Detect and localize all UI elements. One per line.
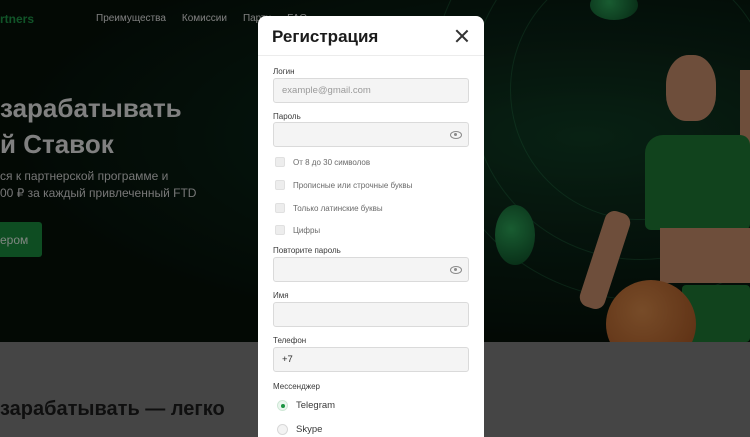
show-password-icon[interactable] [450,266,462,274]
close-icon[interactable] [455,29,469,43]
registration-modal: Регистрация Логин Пароль От 8 до 30 симв… [258,16,484,437]
login-label: Логин [273,67,295,76]
phone-label: Телефон [273,336,307,345]
modal-header: Регистрация [258,16,484,56]
password-rule: От 8 до 30 символов [275,157,370,167]
modal-title: Регистрация [272,27,379,46]
phone-input[interactable] [273,347,469,372]
messenger-option-skype[interactable]: Skype [277,424,322,435]
radio-icon[interactable] [277,424,288,435]
rule-checkbox [275,225,285,235]
messenger-option-label: Telegram [296,400,336,411]
rule-text: Цифры [293,225,321,235]
messenger-label: Мессенджер [273,382,320,391]
password-input[interactable] [273,122,469,147]
login-input[interactable] [273,78,469,103]
password-label: Пароль [273,112,301,121]
rule-checkbox [275,203,285,213]
rule-text: От 8 до 30 символов [293,157,371,167]
password-rule: Только латинские буквы [275,203,383,213]
show-password-icon[interactable] [450,131,462,139]
messenger-option-telegram[interactable]: Telegram [277,400,335,411]
rule-text: Прописные или строчные буквы [293,180,413,190]
password-rule: Прописные или строчные буквы [275,180,412,190]
name-label: Имя [273,291,289,300]
name-input[interactable] [273,302,469,327]
rule-text: Только латинские буквы [293,203,383,213]
rule-checkbox [275,180,285,190]
password-repeat-label: Повторите пароль [273,246,341,255]
messenger-option-label: Skype [296,424,323,435]
rule-checkbox [275,157,285,167]
radio-selected-icon[interactable] [277,400,288,411]
password-repeat-input[interactable] [273,257,469,282]
password-rule: Цифры [275,225,320,235]
